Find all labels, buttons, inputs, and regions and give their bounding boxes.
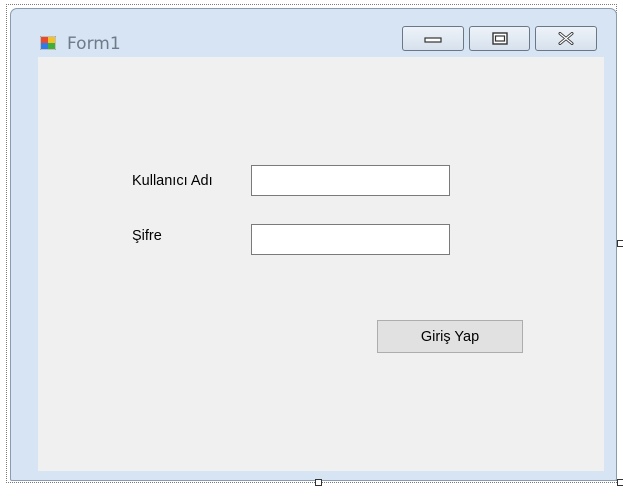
close-icon — [558, 32, 574, 45]
form-window: Form1 Kullanıcı Adı Şifre Giriş Yap — [10, 8, 617, 481]
resize-handle-corner[interactable] — [617, 479, 623, 486]
username-label: Kullanıcı Adı — [132, 173, 213, 189]
form-client-area: Kullanıcı Adı Şifre Giriş Yap — [38, 57, 604, 471]
minimize-button[interactable] — [402, 26, 464, 51]
close-button[interactable] — [535, 26, 597, 51]
windows-form-icon — [40, 36, 56, 50]
password-input[interactable] — [251, 224, 450, 255]
minimize-icon — [424, 36, 442, 43]
resize-handle-bottom[interactable] — [315, 479, 322, 486]
resize-handle-right[interactable] — [617, 240, 623, 247]
maximize-button[interactable] — [469, 26, 530, 51]
login-button[interactable]: Giriş Yap — [377, 320, 523, 353]
maximize-icon — [491, 32, 508, 45]
password-label: Şifre — [132, 228, 162, 244]
username-input[interactable] — [251, 165, 450, 196]
window-title: Form1 — [67, 34, 121, 54]
title-bar[interactable]: Form1 — [11, 9, 616, 61]
